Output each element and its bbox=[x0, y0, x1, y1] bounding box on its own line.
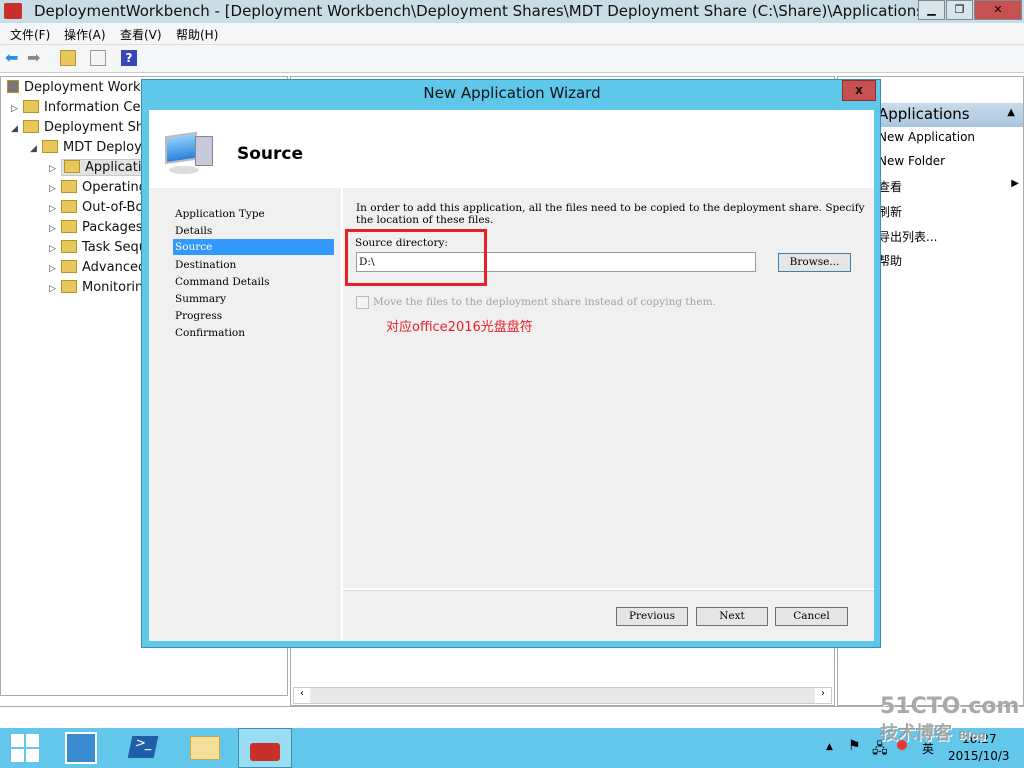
folder-icon bbox=[61, 260, 77, 273]
watermark-logo: 51CTO.com 技术博客 Blog bbox=[880, 694, 1020, 744]
action-new-application[interactable]: New Application bbox=[878, 130, 975, 144]
status-bar bbox=[0, 706, 1024, 728]
scroll-right-icon[interactable]: › bbox=[815, 688, 831, 703]
minimize-button[interactable]: ▁ bbox=[918, 0, 945, 20]
taskbar-deployment-workbench-button[interactable] bbox=[238, 728, 292, 768]
annotation-highlight-box bbox=[345, 229, 487, 286]
clock-date[interactable]: 2015/10/3 bbox=[948, 749, 1010, 763]
dialog-close-button[interactable]: x bbox=[842, 80, 876, 101]
folder-icon bbox=[23, 100, 39, 113]
powershell-icon[interactable]: >_ bbox=[127, 736, 159, 758]
workbench-icon bbox=[7, 80, 19, 93]
action-refresh[interactable]: 刷新 bbox=[878, 203, 902, 220]
expand-arrow-icon[interactable]: ▷ bbox=[11, 104, 23, 114]
cancel-button[interactable]: Cancel bbox=[775, 607, 848, 626]
menu-file[interactable]: 文件(F) bbox=[10, 26, 50, 43]
dialog-title: New Application Wizard bbox=[423, 84, 601, 102]
menu-action[interactable]: 操作(A) bbox=[64, 26, 106, 43]
step-summary[interactable]: Summary bbox=[175, 293, 226, 305]
expand-arrow-icon[interactable]: ▷ bbox=[49, 264, 61, 274]
restore-button[interactable]: ❐ bbox=[946, 0, 973, 20]
close-window-button[interactable]: ✕ bbox=[974, 0, 1022, 20]
expand-arrow-icon[interactable]: ▷ bbox=[49, 164, 61, 174]
folder-icon bbox=[23, 120, 39, 133]
step-destination[interactable]: Destination bbox=[175, 259, 236, 271]
window-title: DeploymentWorkbench - [Deployment Workbe… bbox=[34, 2, 930, 20]
tree-item-packages[interactable]: ▷ Packages bbox=[49, 220, 143, 235]
wizard-steps: Application Type Details Source Destinat… bbox=[149, 188, 341, 641]
move-files-checkbox[interactable] bbox=[356, 296, 369, 309]
previous-button[interactable]: Previous bbox=[616, 607, 688, 626]
applications-folder-icon bbox=[64, 160, 80, 173]
action-export-list[interactable]: 导出列表... bbox=[878, 228, 937, 245]
source-description: In order to add this application, all th… bbox=[356, 202, 865, 226]
collapse-arrow-icon[interactable]: ◢ bbox=[30, 144, 42, 154]
export-list-icon[interactable] bbox=[90, 50, 106, 66]
computer-icon bbox=[165, 131, 213, 176]
action-center-flag-icon[interactable]: ⚑ bbox=[848, 738, 861, 754]
expand-arrow-icon[interactable]: ▷ bbox=[49, 244, 61, 254]
action-help[interactable]: 帮助 bbox=[878, 252, 902, 269]
expand-arrow-icon[interactable]: ▷ bbox=[49, 284, 61, 294]
wizard-body: Source Application Type Details Source D… bbox=[149, 110, 874, 641]
menu-help[interactable]: 帮助(H) bbox=[176, 26, 218, 43]
annotation-text: 对应office2016光盘盘符 bbox=[386, 320, 533, 335]
start-windows-icon[interactable] bbox=[11, 734, 39, 762]
step-command-details[interactable]: Command Details bbox=[175, 276, 270, 288]
collapse-up-icon[interactable]: ▲ bbox=[1007, 107, 1015, 118]
window-titlebar: DeploymentWorkbench - [Deployment Workbe… bbox=[0, 0, 1024, 23]
wizard-buttons: Previous Next Cancel bbox=[343, 590, 874, 641]
help-icon[interactable]: ? bbox=[121, 50, 137, 66]
step-application-type[interactable]: Application Type bbox=[175, 208, 265, 220]
server-manager-icon[interactable] bbox=[65, 732, 97, 764]
up-folder-icon[interactable] bbox=[60, 50, 76, 66]
move-files-label: Move the files to the deployment share i… bbox=[373, 296, 716, 308]
app-icon bbox=[4, 3, 22, 19]
back-icon[interactable]: ⬅ bbox=[5, 50, 21, 66]
folder-icon bbox=[61, 200, 77, 213]
menu-view[interactable]: 查看(V) bbox=[120, 26, 162, 43]
step-source[interactable]: Source bbox=[173, 239, 334, 255]
tree-item-monitoring[interactable]: ▷ Monitoring bbox=[49, 280, 152, 295]
expand-arrow-icon[interactable]: ▷ bbox=[49, 224, 61, 234]
expand-arrow-icon[interactable]: ▷ bbox=[49, 184, 61, 194]
submenu-arrow-icon: ▶ bbox=[1011, 178, 1019, 189]
action-view[interactable]: 查看 ▶ bbox=[878, 178, 1019, 195]
menu-bar: 文件(F) 操作(A) 查看(V) 帮助(H) bbox=[0, 23, 1024, 45]
taskbar: >_ ▲ ⚑ 🖧 英 16:27 2015/10/3 bbox=[0, 728, 1024, 768]
step-progress[interactable]: Progress bbox=[175, 310, 222, 322]
next-button[interactable]: Next bbox=[696, 607, 768, 626]
browse-button[interactable]: Browse... bbox=[778, 253, 851, 272]
action-new-folder[interactable]: New Folder bbox=[878, 154, 945, 168]
file-explorer-icon[interactable] bbox=[190, 736, 220, 760]
forward-icon[interactable]: ➡ bbox=[27, 50, 43, 66]
wizard-page-title: Source bbox=[237, 144, 304, 164]
folder-icon bbox=[42, 140, 58, 153]
new-application-wizard-dialog: New Application Wizard x Source Applicat… bbox=[141, 79, 881, 648]
show-hidden-icons-icon[interactable]: ▲ bbox=[826, 742, 833, 752]
toolbar: ⬅ ➡ ? bbox=[0, 45, 1024, 73]
collapse-arrow-icon[interactable]: ◢ bbox=[11, 124, 23, 134]
horizontal-scrollbar[interactable]: ‹ › bbox=[293, 687, 832, 704]
folder-icon bbox=[61, 240, 77, 253]
folder-icon bbox=[61, 180, 77, 193]
expand-arrow-icon[interactable]: ▷ bbox=[49, 204, 61, 214]
toolbox-icon bbox=[250, 743, 280, 761]
folder-icon bbox=[61, 220, 77, 233]
step-confirmation[interactable]: Confirmation bbox=[175, 327, 245, 339]
scroll-left-icon[interactable]: ‹ bbox=[294, 688, 310, 703]
folder-icon bbox=[61, 280, 77, 293]
wizard-content: In order to add this application, all th… bbox=[343, 188, 874, 588]
step-details[interactable]: Details bbox=[175, 225, 212, 237]
